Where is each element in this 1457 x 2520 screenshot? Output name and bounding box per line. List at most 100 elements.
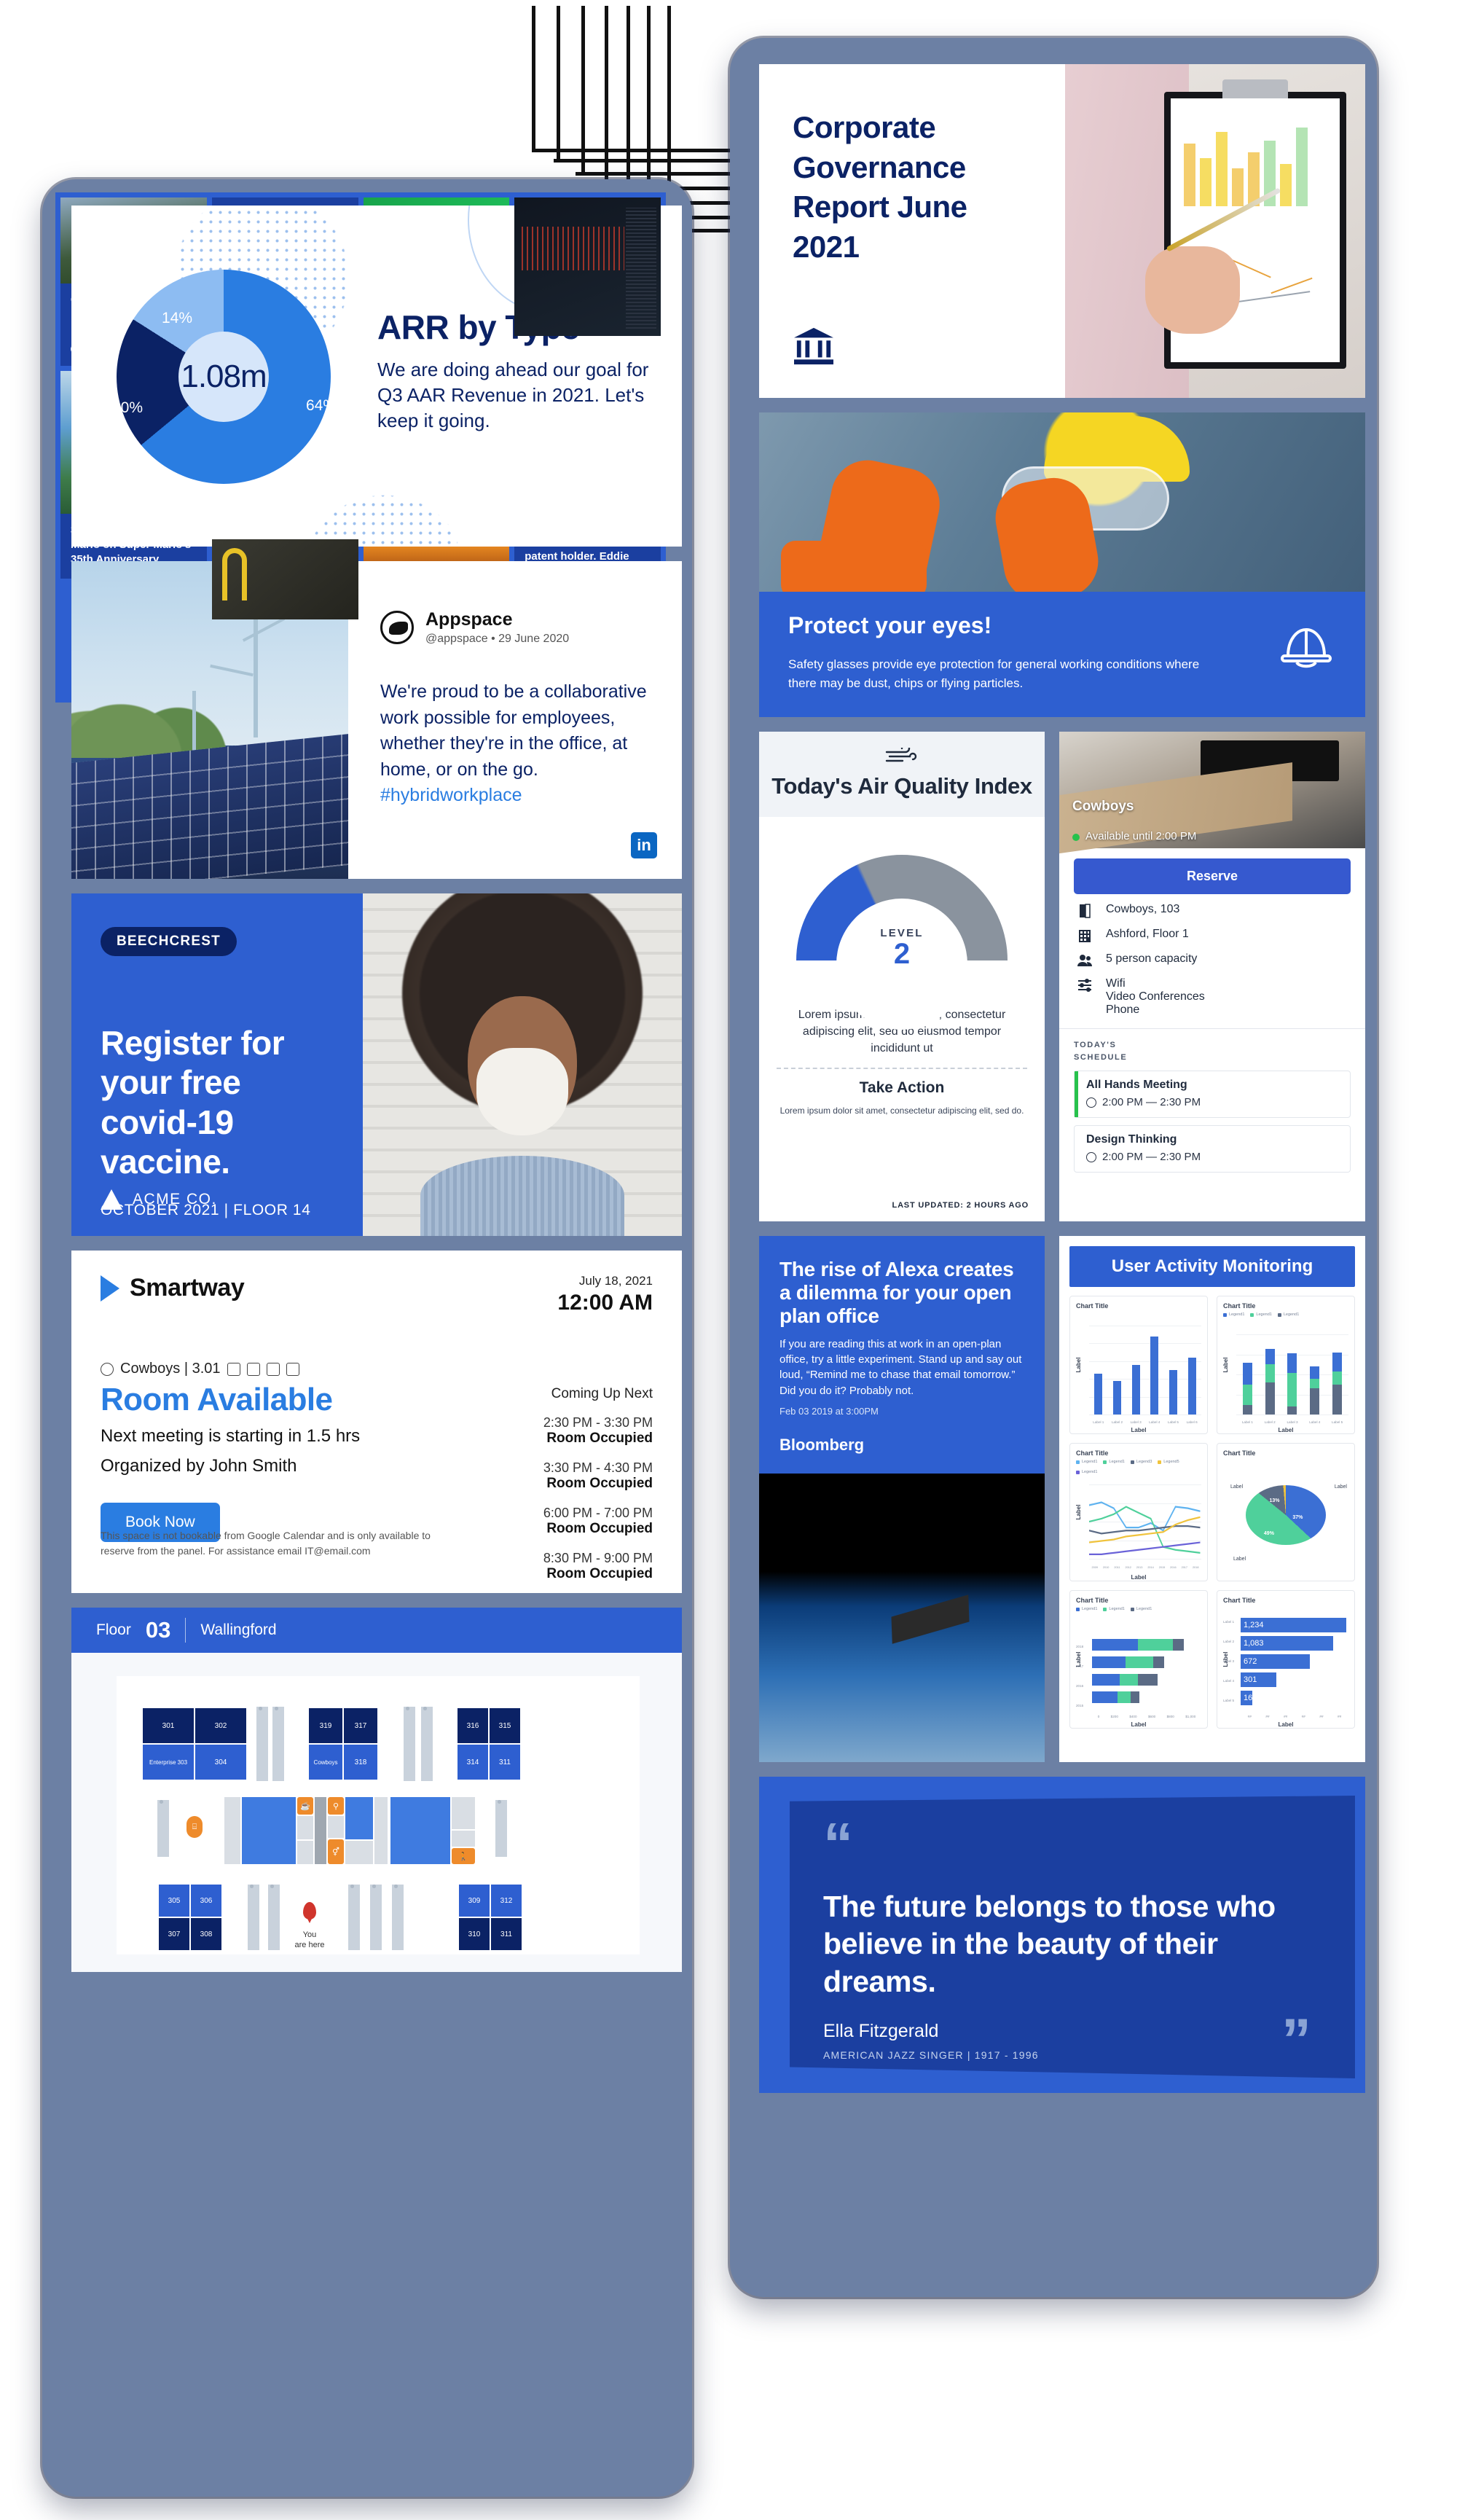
vaccine-card: BEECHCREST Register for your free covid-… bbox=[71, 893, 682, 1236]
floor-name: Wallingford bbox=[200, 1621, 277, 1638]
room-306[interactable]: 306 bbox=[191, 1885, 221, 1917]
quote-author: Ella Fitzgerald bbox=[823, 2020, 939, 2041]
legend-label: Legend1 bbox=[1109, 1460, 1125, 1464]
chart-hbar-labeled: Chart Title Label 1,234 1,083 672 301 16… bbox=[1217, 1590, 1355, 1729]
pie-value: 49% bbox=[1263, 1531, 1274, 1537]
aqi-updated: LAST UPDATED: 2 HOURS AGO bbox=[892, 1201, 1029, 1210]
pie-value: 37% bbox=[1292, 1514, 1303, 1520]
slot-time: 2:30 PM - 3:30 PM bbox=[543, 1415, 653, 1430]
room-314[interactable]: 314 bbox=[457, 1745, 488, 1780]
hard-hat-icon bbox=[1281, 627, 1332, 668]
coming-up-label: Coming Up Next bbox=[551, 1386, 653, 1401]
canvas: 1.08m 64% 20% 14% ARR by Type We are doi… bbox=[0, 0, 1457, 2520]
schedule-event[interactable]: All Hands Meeting 2:00 PM — 2:30 PM bbox=[1074, 1071, 1351, 1118]
room-309[interactable]: 309 bbox=[459, 1885, 490, 1917]
room-booking-card: Cowboys Available until 2:00 PM Reserve … bbox=[1059, 732, 1365, 1221]
conference-room-photo: Cowboys Available until 2:00 PM bbox=[1059, 732, 1365, 856]
chart-title: Chart Title bbox=[1223, 1302, 1256, 1310]
slot-time: 8:30 PM - 9:00 PM bbox=[543, 1551, 653, 1565]
amenities-icon bbox=[1078, 979, 1091, 992]
arr-donut-chart: 1.08m 64% 20% 14% bbox=[112, 270, 337, 484]
bank-icon bbox=[794, 327, 833, 365]
event-time: 2:00 PM — 2:30 PM bbox=[1102, 1151, 1201, 1163]
open-area-1 bbox=[242, 1797, 296, 1864]
slot-status: Room Occupied bbox=[546, 1431, 653, 1446]
donut-label-14: 14% bbox=[162, 310, 193, 326]
social-text: We're proud to be a collaborative work p… bbox=[380, 681, 647, 780]
pie-callout-label: Label bbox=[1233, 1557, 1246, 1562]
room-315[interactable]: 315 bbox=[490, 1708, 520, 1743]
chart-hbar-stacked: Chart Title Legend1 Legend1 Legend1 Labe… bbox=[1069, 1590, 1208, 1729]
room-312[interactable]: 312 bbox=[491, 1885, 522, 1917]
booking-status: Available until 2:00 PM bbox=[1085, 830, 1197, 842]
chart-title: Chart Title bbox=[1076, 1597, 1109, 1604]
legend-label: Legend1 bbox=[1136, 1607, 1152, 1611]
room-301[interactable]: 301 bbox=[143, 1708, 194, 1743]
aqi-title: Today's Air Quality Index bbox=[771, 773, 1032, 799]
smartway-room-panel: Smartway July 18, 2021 12:00 AM Cowboys … bbox=[71, 1251, 682, 1593]
smartway-status-prefix: Room bbox=[101, 1382, 197, 1417]
presentation-icon bbox=[227, 1362, 240, 1376]
chart-bar-simple: Chart Title Label Label 1 Label 2 Label 3L… bbox=[1069, 1296, 1208, 1434]
dot-pattern-bottom bbox=[312, 462, 457, 547]
smartway-logo-icon bbox=[101, 1275, 119, 1302]
aqi-level-number: 2 bbox=[893, 937, 911, 970]
room-enterprise-303[interactable]: Enterprise 303 bbox=[143, 1745, 194, 1780]
room-305[interactable]: 305 bbox=[159, 1885, 189, 1917]
room-302[interactable]: 302 bbox=[195, 1708, 246, 1743]
linkedin-icon: in bbox=[631, 832, 657, 858]
aqi-action-body: Lorem ipsum dolor sit amet, consectetur … bbox=[779, 1105, 1024, 1116]
room-317[interactable]: 317 bbox=[344, 1708, 377, 1743]
alexa-source: Bloomberg bbox=[779, 1435, 865, 1454]
safety-eyes-card: Protect your eyes! Safety glasses provid… bbox=[759, 412, 1365, 717]
smartway-brand: Smartway bbox=[130, 1274, 245, 1302]
people-icon bbox=[1077, 955, 1092, 966]
alexa-date: Feb 03 2019 at 3:00PM bbox=[779, 1405, 879, 1417]
you-are-here-label: You are here bbox=[294, 1930, 325, 1950]
chart-ylabel: Label bbox=[1075, 1357, 1082, 1373]
chart-ylabel: Label bbox=[1075, 1504, 1082, 1520]
bar-value: 1,083 bbox=[1244, 1638, 1264, 1648]
schedule-event[interactable]: Design Thinking 2:00 PM — 2:30 PM bbox=[1074, 1125, 1351, 1173]
room-318[interactable]: 318 bbox=[344, 1745, 377, 1780]
chart-pie: Chart Title Label Label Label 37% 49% 13… bbox=[1217, 1443, 1355, 1581]
legend-label: Legend5 bbox=[1163, 1460, 1179, 1464]
room-cowboys[interactable]: Cowboys bbox=[309, 1745, 342, 1780]
chart-bar-stacked: Chart Title Legend1 Legend1 Legend1 Labe… bbox=[1217, 1296, 1355, 1434]
dashboard-title: User Activity Monitoring bbox=[1069, 1246, 1355, 1287]
eyes-headline: Protect your eyes! bbox=[788, 612, 992, 638]
room-308[interactable]: 308 bbox=[191, 1918, 221, 1950]
room-316[interactable]: 316 bbox=[457, 1708, 488, 1743]
event-title: Design Thinking bbox=[1086, 1133, 1177, 1146]
governance-report-card: Corporate Governance Report June 2021 bbox=[759, 64, 1365, 398]
user-activity-dashboard: User Activity Monitoring Chart Title Lab… bbox=[1059, 1236, 1365, 1762]
booking-detail-room: Cowboys, 103 bbox=[1106, 903, 1180, 915]
social-date: 29 June 2020 bbox=[498, 633, 570, 645]
clock-icon bbox=[1086, 1151, 1096, 1162]
room-304[interactable]: 304 bbox=[195, 1745, 246, 1780]
avatar bbox=[380, 611, 414, 644]
quote-text: The future belongs to those who believe … bbox=[823, 1890, 1276, 1998]
chart-title: Chart Title bbox=[1076, 1449, 1109, 1457]
room-307[interactable]: 307 bbox=[159, 1918, 189, 1950]
room-311a[interactable]: 311 bbox=[490, 1745, 520, 1780]
bar-value: 301 bbox=[1244, 1675, 1257, 1685]
open-area-3 bbox=[390, 1797, 450, 1864]
chart-title: Chart Title bbox=[1223, 1449, 1256, 1457]
donut-center-value: 1.08m bbox=[181, 359, 267, 394]
exit-amenity-icon: 🚶 bbox=[452, 1848, 475, 1864]
pie-callout-label: Label bbox=[1334, 1484, 1347, 1490]
floor-prefix: Floor bbox=[96, 1621, 131, 1638]
display-icon bbox=[266, 1362, 280, 1376]
legend-label: Legend1 bbox=[1283, 1312, 1300, 1317]
social-hashtag[interactable]: #hybridworkplace bbox=[380, 785, 522, 805]
room-310[interactable]: 310 bbox=[459, 1918, 490, 1950]
room-319[interactable]: 319 bbox=[309, 1708, 342, 1743]
room-311b[interactable]: 311 bbox=[491, 1918, 522, 1950]
legend-label: Legend1 bbox=[1109, 1607, 1125, 1611]
news-item[interactable] bbox=[211, 539, 358, 619]
booking-detail-amenities: Wifi Video Conferences Phone bbox=[1106, 977, 1205, 1016]
chart-title: Chart Title bbox=[1076, 1302, 1109, 1310]
floor-plan[interactable]: 301 302 Enterprise 303 304 319 317 Cowbo… bbox=[117, 1676, 640, 1954]
reserve-button[interactable]: Reserve bbox=[1074, 858, 1351, 894]
